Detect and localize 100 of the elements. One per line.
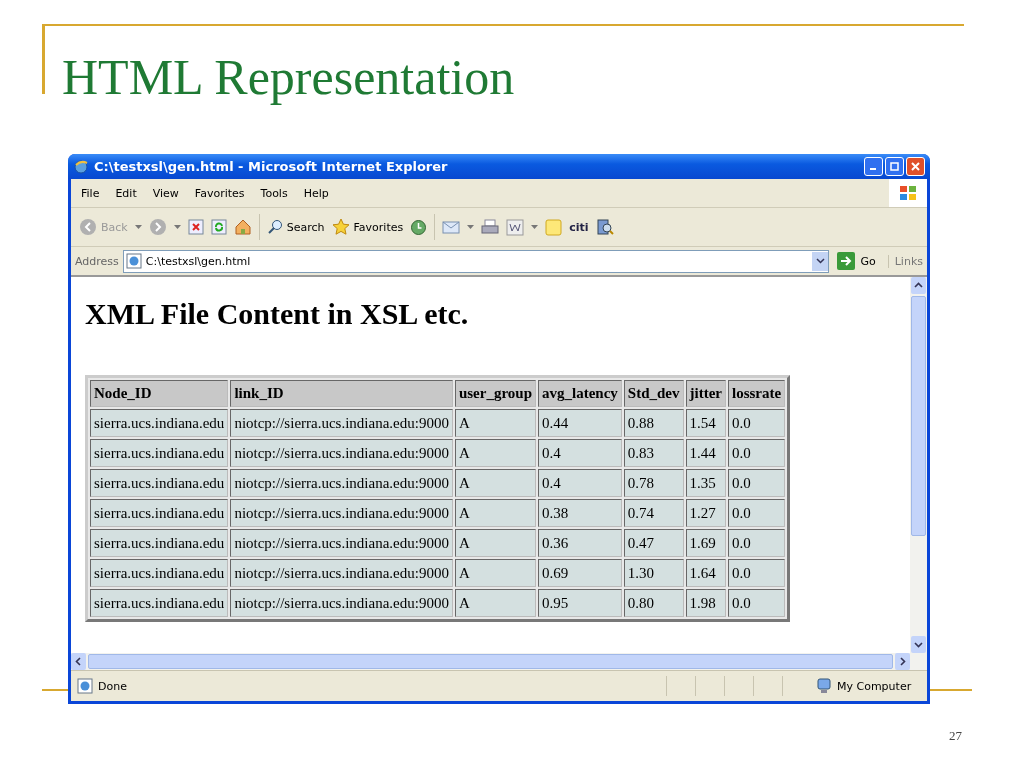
menu-item[interactable]: Favorites	[194, 186, 245, 200]
table-cell: niotcp://sierra.ucs.indiana.edu:9000	[230, 529, 453, 557]
table-cell: 0.80	[623, 589, 684, 617]
table-cell: niotcp://sierra.ucs.indiana.edu:9000	[230, 499, 453, 527]
column-header: jitter	[685, 380, 726, 407]
table-cell: 0.69	[538, 559, 622, 587]
zone-text: My Computer	[837, 679, 913, 693]
caret-icon[interactable]	[531, 225, 539, 229]
table-cell: 1.27	[685, 499, 726, 527]
links-button[interactable]: Links	[887, 254, 923, 268]
table-cell: 1.35	[685, 469, 726, 497]
column-header: lossrate	[727, 380, 786, 407]
page-icon	[125, 253, 142, 269]
address-label: Address	[75, 254, 119, 268]
column-header: Std_dev	[623, 380, 684, 407]
table-cell: sierra.ucs.indiana.edu	[90, 439, 229, 467]
dropdown-button[interactable]	[812, 251, 829, 271]
search-icon	[266, 219, 283, 235]
page-heading: XML File Content in XSL etc.	[85, 297, 470, 331]
column-header: Node_ID	[90, 380, 229, 407]
table-cell: 0.38	[538, 499, 622, 527]
menu-item[interactable]: Help	[303, 186, 329, 200]
table-cell: sierra.ucs.indiana.edu	[90, 529, 229, 557]
table-cell: sierra.ucs.indiana.edu	[90, 409, 229, 437]
table-cell: 0.4	[538, 469, 622, 497]
table-cell: 0.0	[727, 409, 786, 437]
page-icon	[77, 678, 93, 694]
refresh-icon[interactable]	[210, 219, 227, 235]
page-number: 27	[949, 728, 962, 744]
table-cell: sierra.ucs.indiana.edu	[90, 469, 229, 497]
horizontal-scrollbar[interactable]	[71, 653, 927, 670]
column-header: link_ID	[230, 380, 453, 407]
table-cell: 0.0	[727, 499, 786, 527]
table-cell: 0.0	[727, 529, 786, 557]
document-icon[interactable]	[506, 218, 525, 236]
minimize-button[interactable]	[864, 157, 883, 176]
forward-icon[interactable]	[148, 218, 167, 236]
history-icon[interactable]	[410, 218, 428, 236]
printer-icon[interactable]	[481, 218, 500, 236]
table-cell: 0.78	[623, 469, 684, 497]
table-cell: 1.44	[685, 439, 726, 467]
table-cell: A	[454, 529, 536, 557]
table-cell: 0.0	[727, 469, 786, 497]
table-cell: 0.0	[727, 559, 786, 587]
table-cell: 1.54	[685, 409, 726, 437]
go-button[interactable]: Go	[833, 252, 884, 270]
table-cell: sierra.ucs.indiana.edu	[90, 559, 229, 587]
column-header: user_group	[454, 380, 536, 407]
home-icon[interactable]	[233, 218, 252, 236]
table-cell: niotcp://sierra.ucs.indiana.edu:9000	[230, 439, 453, 467]
table-cell: 1.30	[623, 559, 684, 587]
menu-item[interactable]: View	[152, 186, 179, 200]
maximize-icon	[890, 162, 899, 171]
caret-icon[interactable]	[134, 225, 142, 229]
computer-icon	[816, 678, 832, 694]
table-cell: niotcp://sierra.ucs.indiana.edu:9000	[230, 469, 453, 497]
menu-item[interactable]: File	[81, 186, 100, 200]
table-cell: 0.0	[727, 439, 786, 467]
mail-icon[interactable]	[442, 219, 461, 235]
close-button[interactable]	[906, 157, 925, 176]
arrow-right-icon	[837, 252, 856, 270]
table-cell: A	[454, 409, 536, 437]
close-icon	[911, 162, 920, 171]
table-cell: 0.4	[538, 439, 622, 467]
table-cell: niotcp://sierra.ucs.indiana.edu:9000	[230, 559, 453, 587]
windows-logo-icon	[889, 179, 927, 207]
table-cell: 0.83	[623, 439, 684, 467]
table-cell: sierra.ucs.indiana.edu	[90, 589, 229, 617]
browser-icon	[73, 158, 89, 175]
maximize-button[interactable]	[885, 157, 904, 176]
research-icon[interactable]	[595, 218, 614, 236]
stop-icon[interactable]	[187, 219, 204, 235]
table-cell: 0.44	[538, 409, 622, 437]
vertical-scrollbar[interactable]	[910, 277, 927, 653]
menu-item[interactable]: Edit	[115, 186, 137, 200]
table-cell: 0.36	[538, 529, 622, 557]
table-cell: A	[454, 469, 536, 497]
table-cell: sierra.ucs.indiana.edu	[90, 499, 229, 527]
caret-icon[interactable]	[173, 225, 181, 229]
address-field[interactable]: C:\testxsl\gen.html	[122, 249, 830, 273]
table-cell: 0.88	[623, 409, 684, 437]
table-cell: 0.0	[727, 589, 786, 617]
chevron-down-icon	[815, 258, 825, 264]
table-cell: A	[454, 589, 536, 617]
table-cell: 0.95	[538, 589, 622, 617]
search-button[interactable]: Search	[266, 219, 325, 235]
caret-icon[interactable]	[467, 225, 475, 229]
table-cell: 1.69	[685, 529, 726, 557]
slide-title: HTML Representation	[61, 48, 516, 107]
star-icon	[331, 218, 350, 236]
table-cell: 0.47	[623, 529, 684, 557]
menu-item[interactable]: Tools	[260, 186, 288, 200]
table-cell: A	[454, 439, 536, 467]
favorites-button[interactable]: Favorites	[331, 218, 404, 236]
table-cell: niotcp://sierra.ucs.indiana.edu:9000	[230, 589, 453, 617]
table-cell: niotcp://sierra.ucs.indiana.edu:9000	[230, 409, 453, 437]
table-cell: A	[454, 559, 536, 587]
status-text: Done	[98, 679, 127, 693]
logo-text[interactable]: citi	[569, 220, 589, 234]
table-cell: 1.98	[685, 589, 726, 617]
